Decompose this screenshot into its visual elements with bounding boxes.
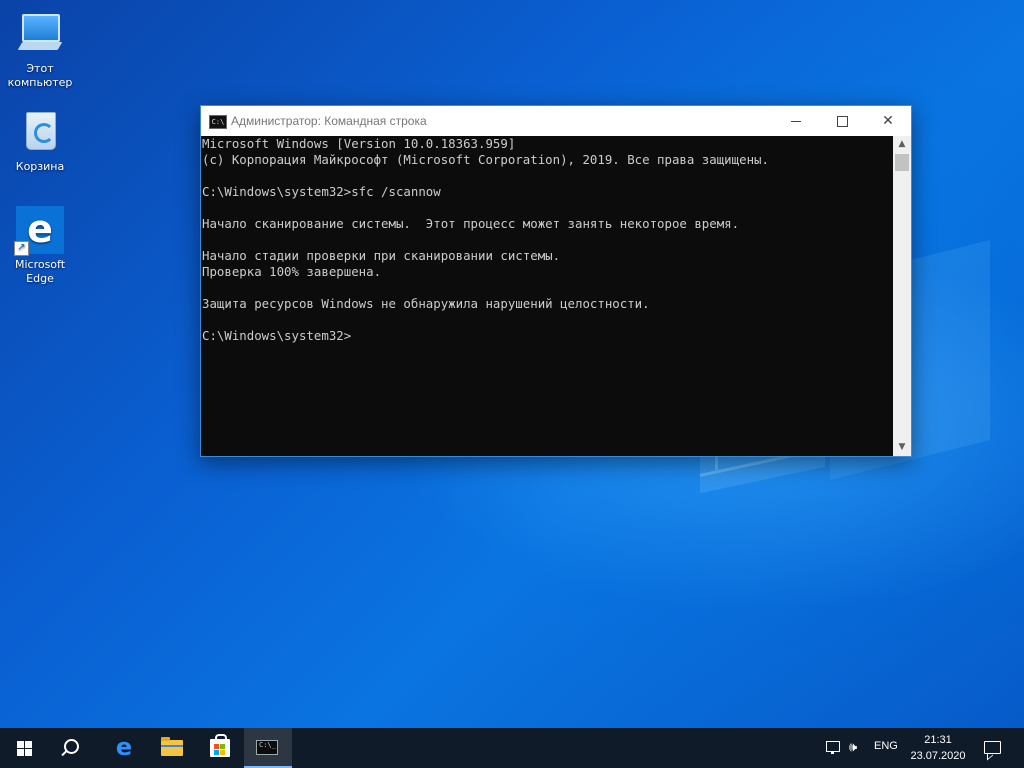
console-line: C:\Windows\system32>sfc /scannow (202, 184, 441, 199)
start-button[interactable] (0, 728, 48, 768)
desktop-icon-this-pc[interactable]: Этот компьютер (0, 10, 80, 90)
title-bar[interactable]: C:\ Администратор: Командная строка ✕ (201, 106, 911, 136)
scroll-up-button[interactable]: ▲ (893, 136, 911, 153)
store-icon (210, 734, 230, 757)
scroll-down-button[interactable]: ▼ (893, 439, 911, 456)
maximize-button[interactable] (819, 106, 865, 136)
close-icon: ✕ (882, 113, 894, 129)
file-explorer-icon (161, 737, 183, 756)
command-prompt-icon: C:\_ (256, 740, 278, 755)
window-title: Администратор: Командная строка (231, 114, 427, 128)
clock-date: 23.07.2020 (910, 750, 966, 762)
minimize-button[interactable] (773, 106, 819, 136)
console-line: Начало сканирование системы. Этот процес… (202, 216, 740, 231)
minimize-icon (791, 120, 801, 122)
console-line: (c) Корпорация Майкрософт (Microsoft Cor… (202, 152, 769, 167)
edge-icon: e ↗ (14, 206, 64, 256)
clock-time: 21:31 (924, 734, 952, 746)
taskbar-command-prompt[interactable]: C:\_ (244, 728, 292, 768)
command-prompt-icon: C:\ (209, 115, 227, 129)
close-button[interactable]: ✕ (865, 106, 911, 136)
vertical-scrollbar[interactable]: ▲ ▼ (893, 136, 911, 456)
desktop-icon-label: Корзина (15, 160, 65, 173)
desktop-icon-label: Этот компьютер (7, 62, 73, 89)
console-line: Microsoft Windows [Version 10.0.18363.95… (202, 136, 516, 151)
taskbar-file-explorer[interactable] (148, 728, 196, 768)
desktop-icon-recycle-bin[interactable]: Корзина (0, 108, 80, 174)
desktop-icon-label: Microsoft Edge (14, 258, 66, 285)
console-prompt: C:\Windows\system32> (202, 328, 352, 343)
search-icon (64, 739, 79, 754)
scroll-thumb[interactable] (895, 154, 909, 171)
console-line: Защита ресурсов Windows не обнаружила на… (202, 296, 650, 311)
command-prompt-window[interactable]: C:\ Администратор: Командная строка ✕ Mi… (200, 105, 912, 457)
network-icon[interactable] (826, 741, 842, 755)
taskbar-store[interactable] (196, 728, 244, 768)
maximize-icon (836, 115, 848, 127)
taskbar-edge[interactable]: e (100, 728, 148, 768)
volume-icon[interactable]: 🕪 (849, 741, 865, 755)
recycle-bin-icon (16, 108, 64, 156)
console-line: Проверка 100% завершена. (202, 264, 382, 279)
desktop-icon-edge[interactable]: e ↗ Microsoft Edge (0, 206, 80, 286)
console-output[interactable]: Microsoft Windows [Version 10.0.18363.95… (201, 136, 893, 456)
notification-center-icon[interactable] (984, 741, 1001, 754)
search-button[interactable] (48, 728, 96, 768)
shortcut-arrow-icon: ↗ (14, 241, 29, 256)
taskbar: e C:\_ 🕪 ENG 21:31 23.07.2020 (0, 728, 1024, 768)
language-indicator[interactable]: ENG (874, 740, 898, 752)
start-icon (17, 741, 32, 756)
clock[interactable]: 21:31 23.07.2020 (905, 732, 971, 764)
console-line: Начало стадии проверки при сканировании … (202, 248, 561, 263)
edge-icon: e (115, 733, 133, 761)
computer-icon (16, 10, 64, 58)
